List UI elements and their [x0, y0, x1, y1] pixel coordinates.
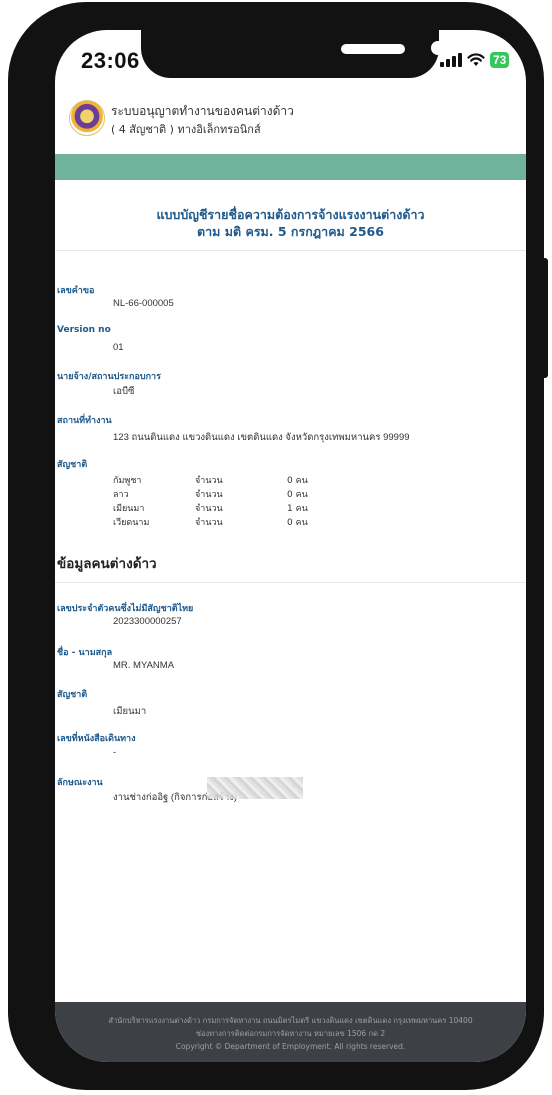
battery-icon: 73: [490, 52, 510, 68]
divider: [55, 250, 526, 251]
worker-id-label: เลขประจำตัวคนซึ่งไม่มีสัญชาติไทย: [57, 604, 194, 614]
passport-label: เลขที่หนังสือเดินทาง: [57, 734, 136, 744]
notch: [141, 30, 445, 78]
version-label: Version no: [57, 325, 111, 335]
department-seal-icon: [69, 100, 105, 136]
nationality-list-label: สัญชาติ: [57, 460, 88, 470]
speaker-icon: [341, 44, 405, 54]
request-no-value: NL-66-000005: [113, 298, 174, 309]
footer-copyright: Copyright © Department of Employment. Al…: [175, 1042, 406, 1051]
document-title: แบบบัญชีรายชื่อความต้องการจ้างแรงงานต่าง…: [55, 206, 526, 240]
count-label: จำนวน: [195, 490, 223, 500]
nationality-name: เวียดนาม: [113, 518, 150, 528]
request-no-label: เลขคำขอ: [57, 286, 95, 296]
status-icons: 73: [440, 52, 510, 68]
nationality-name: เมียนมา: [113, 504, 145, 514]
footer-address: สำนักบริหารแรงงานต่างด้าว กรมการจัดหางาน…: [108, 1016, 473, 1025]
count-label: จำนวน: [195, 504, 223, 514]
nationality-row: เวียดนาม จำนวน 0 คน: [113, 515, 327, 529]
nationality-name: กัมพูชา: [113, 476, 142, 486]
worker-nationality-label: สัญชาติ: [57, 690, 88, 700]
worker-name-value: MR. MYANMA: [113, 660, 175, 671]
nationality-row: ลาว จำนวน 0 คน: [113, 487, 327, 501]
footer-contact: ช่องทางการติดต่อกรมการจัดหางาน หมายเลข 1…: [195, 1029, 386, 1038]
nationality-name: ลาว: [113, 490, 129, 500]
count-label: จำนวน: [195, 476, 223, 486]
cellular-signal-icon: [440, 53, 462, 67]
page-footer: สำนักบริหารแรงงานต่างด้าว กรมการจัดหางาน…: [55, 1002, 526, 1062]
employer-label: นายจ้าง/สถานประกอบการ: [57, 372, 161, 382]
agency-name: ระบบอนุญาตทำงานของคนต่างด้าว: [111, 104, 294, 118]
site-header: ระบบอนุญาตทำงานของคนต่างด้าว ( 4 สัญชาติ…: [55, 98, 526, 154]
version-value: 01: [113, 342, 124, 353]
nav-bar: [55, 154, 526, 180]
phone-screen: 23:06 73 ระบบอนุญาตทำงานของคนต่างด้าว ( …: [55, 30, 526, 1062]
wifi-icon: [467, 53, 485, 66]
document-title-line2: ตาม มติ ครม. 5 กรกฎาคม 2566: [197, 224, 384, 239]
passport-value: -: [113, 747, 117, 758]
nationality-row: กัมพูชา จำนวน 0 คน: [113, 473, 327, 487]
worker-section-title: ข้อมูลคนต่างด้าว: [57, 556, 157, 572]
document-title-line1: แบบบัญชีรายชื่อความต้องการจ้างแรงงานต่าง…: [156, 207, 425, 222]
phone-frame: 23:06 73 ระบบอนุญาตทำงานของคนต่างด้าว ( …: [8, 2, 544, 1090]
worker-id-value: 2023300000257: [113, 616, 182, 627]
employer-value: เอบีซี: [113, 386, 135, 397]
count-value: 1 คน: [287, 504, 308, 514]
count-label: จำนวน: [195, 518, 223, 528]
status-time: 23:06: [81, 48, 140, 73]
divider: [55, 582, 526, 583]
nationality-row: เมียนมา จำนวน 1 คน: [113, 501, 327, 515]
workplace-label: สถานที่ทำงาน: [57, 416, 112, 426]
job-label: ลักษณะงาน: [57, 778, 103, 788]
worker-nationality-value: เมียนมา: [113, 706, 147, 717]
count-value: 0 คน: [287, 490, 308, 500]
count-value: 0 คน: [287, 476, 308, 486]
agency-subtitle: ( 4 สัญชาติ ) ทางอิเล็กทรอนิกส์: [111, 123, 261, 136]
worker-name-label: ชื่อ - นามสกุล: [57, 648, 113, 658]
redaction-blur: [207, 777, 303, 799]
count-value: 0 คน: [287, 518, 308, 528]
workplace-value: 123 ถนนดินแดง แขวงดินแดง เขตดินแดง จังหว…: [113, 432, 410, 443]
